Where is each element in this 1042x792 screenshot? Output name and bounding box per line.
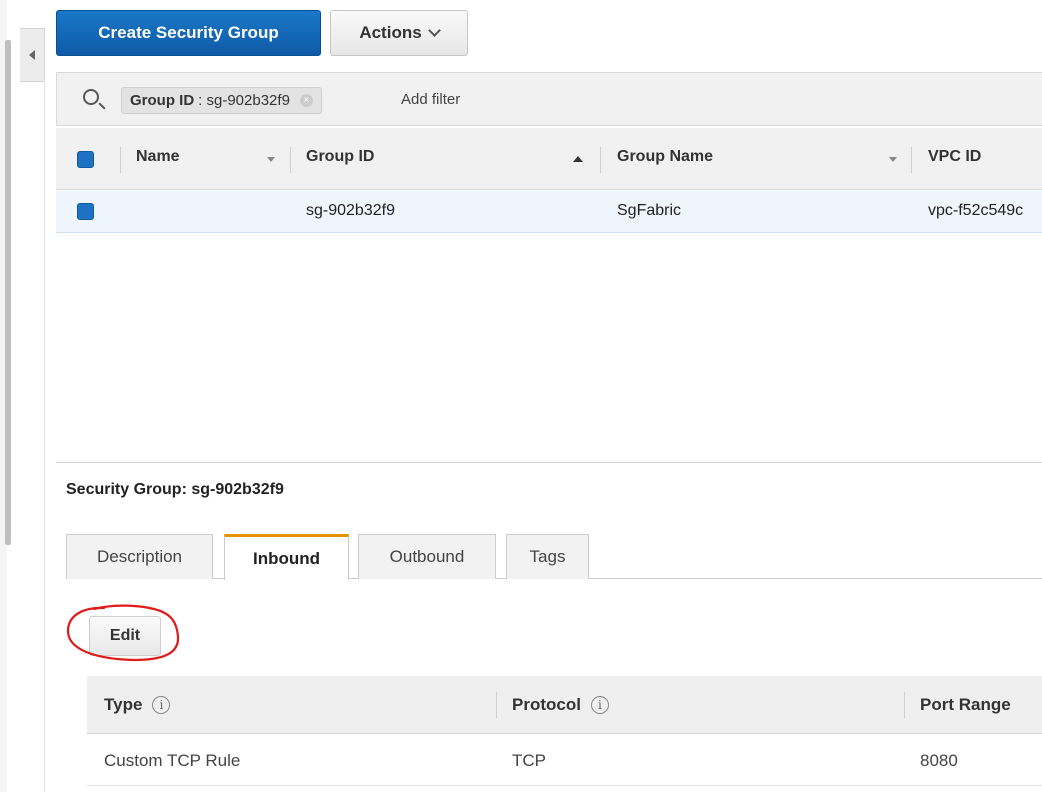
column-separator xyxy=(600,147,601,173)
column-header-vpc-id[interactable]: VPC ID xyxy=(928,148,981,166)
tab-description[interactable]: Description xyxy=(66,534,213,579)
sort-down-icon[interactable] xyxy=(889,157,897,162)
filter-bar[interactable]: Group ID : sg-902b32f9 × Add filter xyxy=(56,72,1042,126)
chevron-down-icon xyxy=(427,24,441,37)
table-row: Custom TCP Rule TCP 8080 xyxy=(87,735,1042,786)
rules-header-type-label: Type xyxy=(104,695,143,714)
tab-inbound[interactable]: Inbound xyxy=(224,534,349,580)
info-icon[interactable]: i xyxy=(152,696,171,714)
add-filter-input[interactable]: Add filter xyxy=(401,91,460,108)
column-header-group-id[interactable]: Group ID xyxy=(306,148,374,166)
column-separator xyxy=(290,147,291,173)
rule-protocol: TCP xyxy=(512,751,546,770)
remove-token-icon[interactable]: × xyxy=(299,94,313,107)
rules-header: Type i Protocol i Port Range xyxy=(87,676,1042,734)
cell-group-name: SgFabric xyxy=(617,202,682,219)
grid-header: Name Group ID Group Name VPC ID xyxy=(56,128,1042,190)
search-icon xyxy=(83,89,99,105)
rules-header-type: Type i xyxy=(104,695,171,715)
column-separator xyxy=(911,147,912,173)
column-header-group-name[interactable]: Group Name xyxy=(617,148,713,166)
filter-token[interactable]: Group ID : sg-902b32f9 × xyxy=(121,87,322,114)
sort-down-icon[interactable] xyxy=(267,157,275,162)
column-header-name[interactable]: Name xyxy=(136,148,180,166)
scrollbar[interactable] xyxy=(5,40,11,545)
cell-group-id: sg-902b32f9 xyxy=(306,202,395,219)
rules-header-protocol: Protocol i xyxy=(512,695,609,715)
rules-header-port-range-label: Port Range xyxy=(920,695,1011,714)
column-separator xyxy=(904,692,905,718)
details-title: Security Group: sg-902b32f9 xyxy=(66,481,284,498)
filter-token-key: Group ID xyxy=(130,92,195,109)
collapse-panel-button[interactable] xyxy=(20,28,45,82)
rules-header-protocol-label: Protocol xyxy=(512,695,581,714)
panel-divider xyxy=(44,80,45,792)
tab-tags[interactable]: Tags xyxy=(506,534,589,579)
collapse-left-icon xyxy=(29,50,35,60)
create-security-group-button[interactable]: Create Security Group xyxy=(56,10,321,56)
row-checkbox[interactable] xyxy=(77,203,94,220)
select-all-checkbox[interactable] xyxy=(77,151,94,168)
column-separator xyxy=(496,692,497,718)
rule-port-range: 8080 xyxy=(920,751,958,770)
rule-type: Custom TCP Rule xyxy=(104,751,241,770)
sort-up-icon[interactable] xyxy=(573,156,583,162)
actions-button[interactable]: Actions xyxy=(330,10,468,56)
actions-label: Actions xyxy=(359,23,422,42)
cell-vpc-id: vpc-f52c549c xyxy=(928,202,1024,219)
info-icon[interactable]: i xyxy=(590,696,609,714)
tab-outbound[interactable]: Outbound xyxy=(358,534,496,579)
table-row[interactable]: sg-902b32f9 SgFabric vpc-f52c549c xyxy=(56,191,1042,233)
column-separator xyxy=(120,147,121,173)
filter-token-value: : sg-902b32f9 xyxy=(198,92,290,109)
pane-splitter[interactable] xyxy=(56,462,1042,463)
annotation-circle xyxy=(66,604,180,662)
rules-header-port-range: Port Range xyxy=(920,695,1011,715)
